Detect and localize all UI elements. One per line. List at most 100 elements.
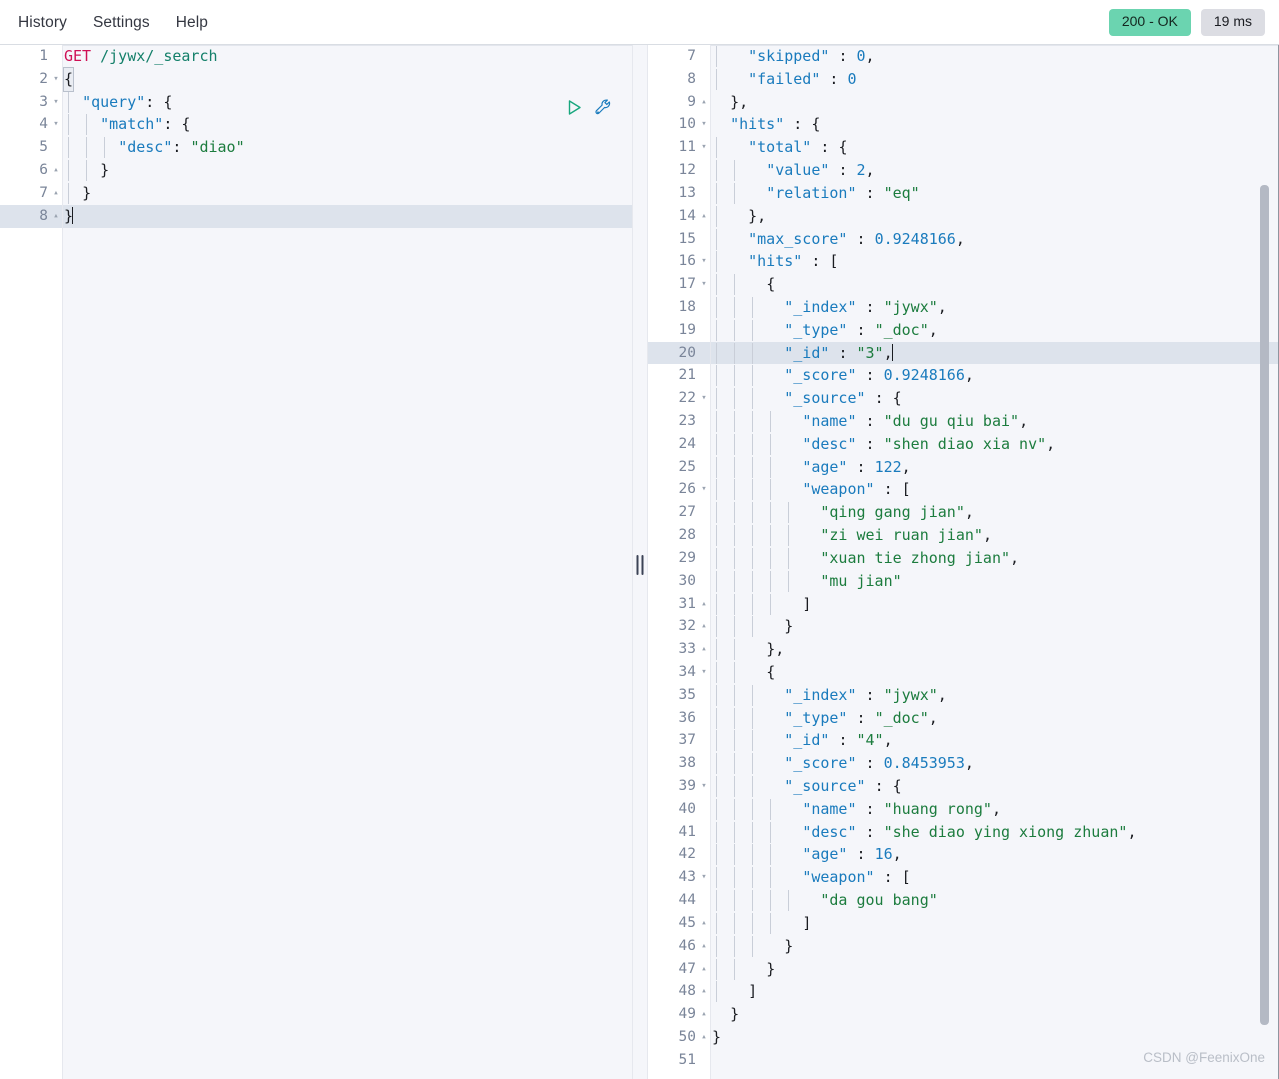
fold-toggle-icon[interactable]: ▴ — [698, 912, 710, 935]
code-line[interactable]: 11 ▾ "total" : { — [648, 136, 1279, 160]
fold-toggle-icon[interactable]: ▾ — [50, 91, 62, 114]
fold-toggle-icon[interactable] — [698, 684, 710, 707]
code-line[interactable]: 25 "age" : 122, — [648, 455, 1279, 479]
fold-toggle-icon[interactable] — [698, 843, 710, 866]
fold-toggle-icon[interactable]: ▾ — [698, 136, 710, 159]
fold-toggle-icon[interactable] — [698, 364, 710, 387]
code-line[interactable]: 2 ▾{ — [0, 66, 632, 92]
fold-toggle-icon[interactable] — [698, 501, 710, 524]
code-line[interactable]: 29 "xuan tie zhong jian", — [648, 546, 1279, 570]
fold-toggle-icon[interactable] — [698, 68, 710, 91]
code-line[interactable]: 16 ▾ "hits" : [ — [648, 250, 1279, 274]
code-line[interactable]: 14 ▴ }, — [648, 204, 1279, 228]
code-line[interactable]: 43 ▾ "weapon" : [ — [648, 866, 1279, 890]
response-scrollbar[interactable] — [1260, 45, 1269, 1079]
code-line[interactable]: 50 ▴} — [648, 1025, 1279, 1049]
code-line[interactable]: 10 ▾ "hits" : { — [648, 113, 1279, 137]
request-editor[interactable]: 1 GET /jywx/_search 2 ▾{3 ▾ "query": {4 ▾ "ma… — [0, 45, 632, 1079]
fold-toggle-icon[interactable]: ▾ — [698, 866, 710, 889]
code-line[interactable]: 20 "_id" : "3", — [648, 341, 1279, 365]
code-line[interactable]: 45 ▴ ] — [648, 911, 1279, 935]
code-line[interactable]: 22 ▾ "_source" : { — [648, 387, 1279, 410]
fold-toggle-icon[interactable]: ▴ — [698, 1003, 710, 1026]
fold-toggle-icon[interactable]: ▴ — [698, 593, 710, 616]
play-icon[interactable] — [566, 99, 583, 116]
code-line[interactable]: 35 "_index" : "jywx", — [648, 683, 1279, 707]
fold-toggle-icon[interactable]: ▴ — [50, 159, 62, 182]
response-code-area[interactable]: 7 "skipped" : 0, 8 "failed" : 0 9 ▴ }, 10 ▾ "… — [648, 45, 1279, 1079]
fold-toggle-icon[interactable] — [698, 456, 710, 479]
panel-splitter[interactable] — [632, 45, 648, 1079]
fold-toggle-icon[interactable]: ▴ — [698, 935, 710, 958]
code-line[interactable]: 31 ▴ ] — [648, 592, 1279, 616]
fold-toggle-icon[interactable] — [698, 182, 710, 205]
splitter-handle-icon[interactable] — [636, 555, 644, 575]
fold-toggle-icon[interactable]: ▾ — [698, 387, 710, 410]
fold-toggle-icon[interactable] — [698, 798, 710, 821]
menu-item-help[interactable]: Help — [176, 15, 208, 31]
code-line[interactable]: 41 "desc" : "she diao ying xiong zhuan", — [648, 820, 1279, 844]
code-line[interactable]: 3 ▾ "query": { — [0, 90, 632, 114]
fold-toggle-icon[interactable] — [698, 889, 710, 912]
code-line[interactable]: 24 "desc" : "shen diao xia nv", — [648, 432, 1279, 456]
code-line[interactable]: 38 "_score" : 0.8453953, — [648, 752, 1279, 775]
code-line[interactable]: 6 ▴ } — [0, 159, 632, 182]
code-line[interactable]: 34 ▾ { — [648, 660, 1279, 684]
fold-toggle-icon[interactable]: ▾ — [50, 113, 62, 136]
code-line[interactable]: 8 ▴} — [0, 204, 632, 228]
fold-toggle-icon[interactable] — [50, 136, 62, 159]
code-line[interactable]: 27 "qing gang jian", — [648, 501, 1279, 525]
fold-toggle-icon[interactable] — [698, 342, 710, 365]
code-line[interactable]: 4 ▾ "match": { — [0, 113, 632, 137]
fold-toggle-icon[interactable]: ▴ — [50, 182, 62, 205]
code-line[interactable]: 37 "_id" : "4", — [648, 729, 1279, 753]
code-line[interactable]: 49 ▴ } — [648, 1003, 1279, 1026]
fold-toggle-icon[interactable] — [698, 159, 710, 182]
code-line[interactable]: 8 "failed" : 0 — [648, 67, 1279, 91]
fold-toggle-icon[interactable]: ▾ — [698, 113, 710, 136]
code-line[interactable]: 23 "name" : "du gu qiu bai", — [648, 410, 1279, 433]
fold-toggle-icon[interactable] — [698, 752, 710, 775]
fold-toggle-icon[interactable]: ▴ — [698, 615, 710, 638]
fold-toggle-icon[interactable]: ▴ — [698, 958, 710, 981]
fold-toggle-icon[interactable]: ▾ — [698, 273, 710, 296]
wrench-icon[interactable] — [594, 98, 613, 117]
fold-toggle-icon[interactable]: ▴ — [698, 980, 710, 1003]
fold-toggle-icon[interactable]: ▾ — [50, 68, 62, 91]
code-line[interactable]: 40 "name" : "huang rong", — [648, 797, 1279, 821]
fold-toggle-icon[interactable] — [698, 707, 710, 730]
fold-toggle-icon[interactable] — [50, 45, 62, 68]
request-code-area[interactable]: 1 GET /jywx/_search 2 ▾{3 ▾ "query": {4 ▾ "ma… — [0, 45, 632, 1079]
code-line[interactable]: 7 ▴ } — [0, 181, 632, 205]
fold-toggle-icon[interactable] — [698, 433, 710, 456]
code-line[interactable]: 26 ▾ "weapon" : [ — [648, 478, 1279, 502]
code-line[interactable]: 15 "max_score" : 0.9248166, — [648, 227, 1279, 251]
code-line[interactable]: 36 "_type" : "_doc", — [648, 706, 1279, 730]
fold-toggle-icon[interactable]: ▾ — [698, 478, 710, 501]
fold-toggle-icon[interactable]: ▴ — [50, 205, 62, 228]
code-line[interactable]: 30 "mu jian" — [648, 569, 1279, 593]
fold-toggle-icon[interactable]: ▾ — [698, 661, 710, 684]
code-line[interactable]: 13 "relation" : "eq" — [648, 181, 1279, 205]
fold-toggle-icon[interactable] — [698, 524, 710, 547]
fold-toggle-icon[interactable] — [698, 570, 710, 593]
fold-toggle-icon[interactable] — [698, 296, 710, 319]
fold-toggle-icon[interactable]: ▾ — [698, 250, 710, 273]
fold-toggle-icon[interactable] — [698, 319, 710, 342]
code-line[interactable]: 17 ▾ { — [648, 273, 1279, 296]
code-line[interactable]: 9 ▴ }, — [648, 90, 1279, 114]
fold-toggle-icon[interactable]: ▴ — [698, 91, 710, 114]
code-line[interactable]: 28 "zi wei ruan jian", — [648, 524, 1279, 547]
code-line[interactable]: 19 "_type" : "_doc", — [648, 318, 1279, 342]
fold-toggle-icon[interactable]: ▾ — [698, 775, 710, 798]
fold-toggle-icon[interactable] — [698, 228, 710, 251]
fold-toggle-icon[interactable]: ▴ — [698, 1026, 710, 1049]
code-line[interactable]: 42 "age" : 16, — [648, 843, 1279, 867]
fold-toggle-icon[interactable]: ▴ — [698, 638, 710, 661]
code-line[interactable]: 18 "_index" : "jywx", — [648, 295, 1279, 319]
fold-toggle-icon[interactable] — [698, 821, 710, 844]
response-scrollbar-thumb[interactable] — [1260, 185, 1269, 1025]
code-line[interactable]: 1 GET /jywx/_search — [0, 45, 632, 68]
fold-toggle-icon[interactable] — [698, 45, 710, 68]
code-line[interactable]: 33 ▴ }, — [648, 638, 1279, 661]
